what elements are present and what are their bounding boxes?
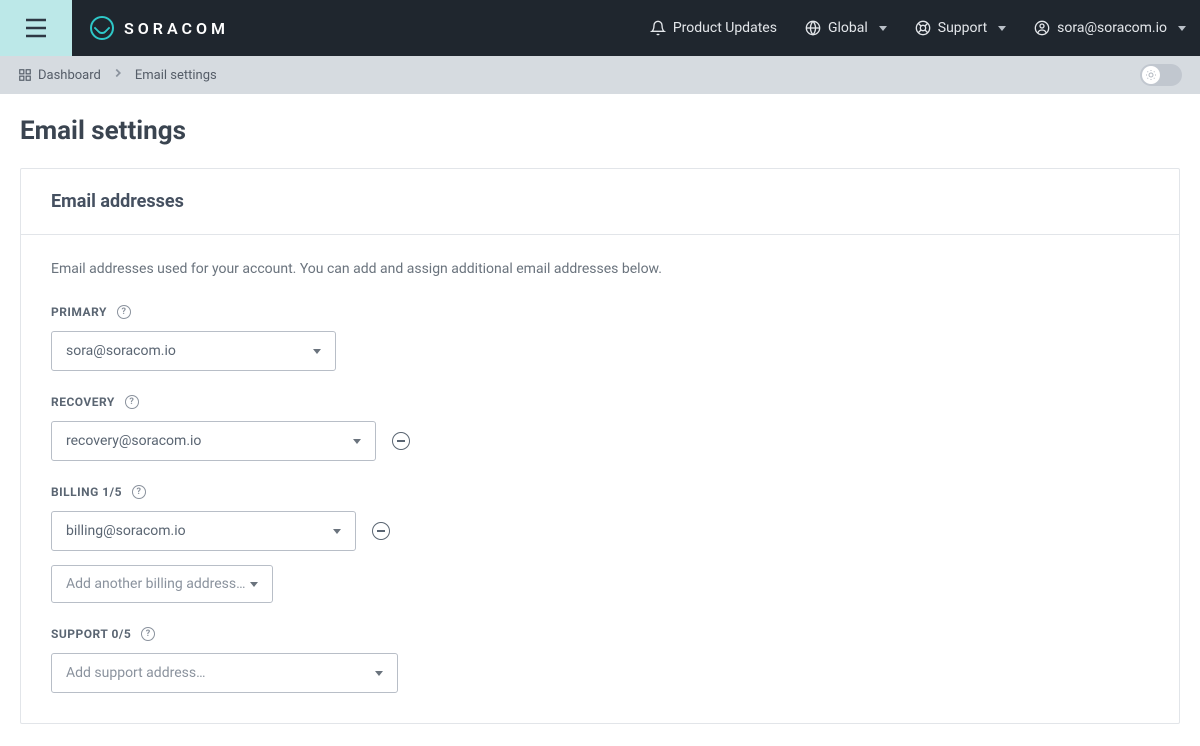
help-icon[interactable]: ?: [125, 395, 139, 409]
nav-product-updates[interactable]: Product Updates: [636, 0, 791, 56]
help-icon[interactable]: ?: [141, 627, 155, 641]
brand-logo-icon: [90, 16, 114, 40]
caret-down-icon: [333, 529, 341, 534]
nav-global[interactable]: Global: [791, 0, 901, 56]
remove-billing-button[interactable]: [372, 522, 390, 540]
recovery-field-group: RECOVERY ? recovery@soracom.io: [51, 395, 1149, 461]
recovery-email-value: recovery@soracom.io: [66, 433, 201, 449]
add-support-placeholder: Add support address…: [66, 665, 205, 681]
primary-label: PRIMARY: [51, 305, 107, 319]
email-addresses-card: Email addresses Email addresses used for…: [20, 168, 1180, 724]
remove-recovery-button[interactable]: [392, 432, 410, 450]
caret-down-icon: [879, 26, 887, 31]
primary-email-select[interactable]: sora@soracom.io: [51, 331, 336, 371]
nav-global-label: Global: [828, 20, 868, 36]
user-icon: [1034, 20, 1050, 36]
billing-label: BILLING 1/5: [51, 485, 122, 499]
caret-down-icon: [1178, 26, 1186, 31]
bell-icon: [650, 20, 666, 36]
card-body: Email addresses used for your account. Y…: [21, 235, 1179, 723]
recovery-label-row: RECOVERY ?: [51, 395, 1149, 409]
primary-email-value: sora@soracom.io: [66, 343, 176, 359]
recovery-email-select[interactable]: recovery@soracom.io: [51, 421, 376, 461]
billing-label-row: BILLING 1/5 ?: [51, 485, 1149, 499]
billing-email-select[interactable]: billing@soracom.io: [51, 511, 356, 551]
caret-down-icon: [313, 349, 321, 354]
add-billing-label: Add another billing address…: [66, 576, 245, 592]
support-icon: [915, 20, 931, 36]
nav-support-label: Support: [938, 20, 987, 36]
brand: SORACOM: [90, 16, 229, 40]
hamburger-icon: [22, 16, 50, 40]
page-title: Email settings: [20, 116, 1180, 146]
caret-down-icon: [250, 582, 258, 587]
breadcrumb-current: Email settings: [135, 68, 217, 83]
card-description: Email addresses used for your account. Y…: [51, 261, 1149, 277]
nav-support[interactable]: Support: [901, 0, 1020, 56]
caret-down-icon: [375, 671, 383, 676]
dashboard-icon: [18, 68, 32, 82]
primary-label-row: PRIMARY ?: [51, 305, 1149, 319]
add-support-select[interactable]: Add support address…: [51, 653, 398, 693]
nav-product-updates-label: Product Updates: [673, 20, 777, 36]
page-content: Email settings Email addresses Email add…: [0, 94, 1200, 746]
support-field-group: SUPPORT 0/5 ? Add support address…: [51, 627, 1149, 693]
top-navbar: SORACOM Product Updates Global Support s…: [0, 0, 1200, 56]
add-billing-select[interactable]: Add another billing address…: [51, 565, 273, 603]
support-label-row: SUPPORT 0/5 ?: [51, 627, 1149, 641]
nav-account[interactable]: sora@soracom.io: [1020, 0, 1200, 56]
card-header: Email addresses: [21, 169, 1179, 235]
help-icon[interactable]: ?: [132, 485, 146, 499]
help-icon[interactable]: ?: [117, 305, 131, 319]
theme-toggle-knob: [1142, 66, 1160, 84]
sun-icon: [1145, 69, 1157, 81]
chevron-right-icon: [111, 66, 125, 84]
globe-icon: [805, 20, 821, 36]
primary-field-group: PRIMARY ? sora@soracom.io: [51, 305, 1149, 371]
billing-field-group: BILLING 1/5 ? billing@soracom.io Add ano…: [51, 485, 1149, 603]
recovery-label: RECOVERY: [51, 395, 115, 409]
brand-name: SORACOM: [124, 19, 229, 38]
support-label: SUPPORT 0/5: [51, 627, 131, 641]
caret-down-icon: [353, 439, 361, 444]
card-header-title: Email addresses: [51, 191, 1149, 212]
nav-account-label: sora@soracom.io: [1057, 20, 1167, 36]
breadcrumb-dashboard[interactable]: Dashboard: [18, 68, 101, 83]
breadcrumb-dashboard-label: Dashboard: [38, 68, 101, 83]
theme-toggle[interactable]: [1140, 64, 1182, 86]
caret-down-icon: [998, 26, 1006, 31]
menu-toggle-button[interactable]: [0, 0, 72, 56]
breadcrumb-bar: Dashboard Email settings: [0, 56, 1200, 94]
billing-email-value: billing@soracom.io: [66, 523, 186, 539]
